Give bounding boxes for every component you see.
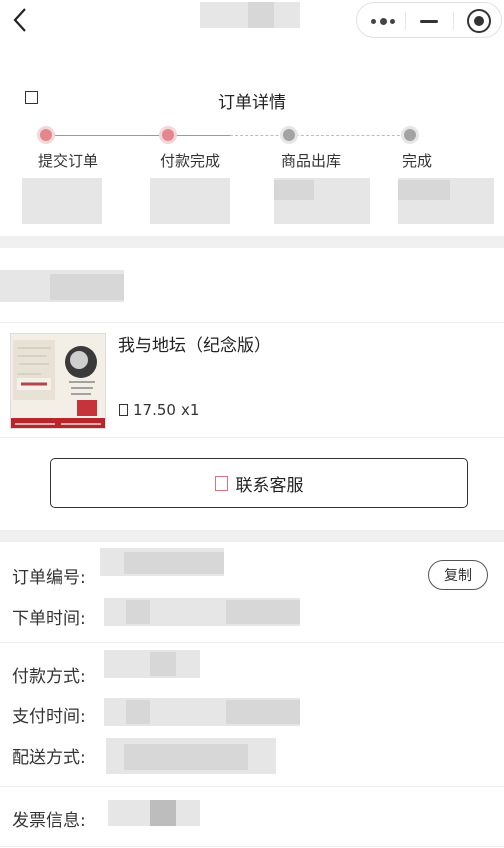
invoice-info-label: 发票信息: <box>12 811 86 831</box>
redacted-area <box>150 178 230 224</box>
step-label-submitted: 提交订单 <box>38 152 99 170</box>
title-row: 订单详情 <box>0 84 504 114</box>
payment-time-label: 支付时间: <box>12 707 86 727</box>
redacted-area <box>150 652 176 676</box>
capsule-divider <box>405 12 406 30</box>
step-dot <box>40 129 52 141</box>
price-icon <box>119 404 128 416</box>
order-time-label: 下单时间: <box>12 609 86 629</box>
order-progress: 提交订单 付款完成 商品出库 完成 <box>0 126 504 176</box>
chevron-left-icon <box>13 8 26 32</box>
close-mini-program-icon[interactable] <box>467 9 491 33</box>
redacted-area <box>398 180 450 200</box>
progress-line <box>230 135 410 136</box>
divider <box>0 786 504 787</box>
page-title: 订单详情 <box>218 93 286 113</box>
copy-order-number-button[interactable]: 复制 <box>428 560 488 590</box>
section-gap <box>0 236 504 248</box>
product-price: 17.50 <box>133 401 176 419</box>
redacted-area <box>150 800 176 826</box>
payment-method-label: 付款方式: <box>12 667 86 687</box>
redacted-area <box>50 274 124 300</box>
top-bar <box>0 0 504 40</box>
product-item[interactable]: 我与地坛（纪念版） 17.50 x1 <box>0 322 504 438</box>
minimize-icon[interactable] <box>420 20 438 23</box>
capsule-divider <box>453 12 454 30</box>
redacted-area <box>124 744 248 770</box>
customer-service-icon <box>214 475 228 491</box>
redacted-area <box>124 552 224 574</box>
redacted-area <box>22 178 102 224</box>
step-label-paid: 付款完成 <box>160 152 221 170</box>
progress-line <box>46 135 168 136</box>
step-dot <box>162 129 174 141</box>
progress-line <box>168 135 230 136</box>
contact-service-button[interactable]: 联系客服 <box>50 458 468 508</box>
delivery-method-label: 配送方式: <box>12 748 86 768</box>
order-number-label: 订单编号: <box>12 568 86 588</box>
redacted-area <box>274 180 314 200</box>
mini-program-capsule <box>356 2 502 38</box>
redacted-area <box>126 600 150 624</box>
product-price-row: 17.50 x1 <box>119 401 199 419</box>
redacted-area <box>226 700 300 724</box>
redacted-area <box>226 600 300 624</box>
product-name: 我与地坛（纪念版） <box>118 336 271 356</box>
contact-service-label: 联系客服 <box>235 475 304 496</box>
redacted-area <box>248 2 274 28</box>
divider <box>0 846 504 847</box>
step-dot <box>283 129 295 141</box>
product-cover-image <box>10 333 106 429</box>
step-label-completed: 完成 <box>402 152 433 170</box>
step-dot <box>404 129 416 141</box>
divider <box>0 642 504 643</box>
redacted-area <box>126 700 150 724</box>
step-label-shipped: 商品出库 <box>281 152 342 170</box>
more-button[interactable] <box>371 17 395 25</box>
section-gap <box>0 530 504 542</box>
product-quantity: x1 <box>180 401 200 419</box>
back-button[interactable] <box>6 4 34 36</box>
book-cover-graphic <box>11 334 105 428</box>
